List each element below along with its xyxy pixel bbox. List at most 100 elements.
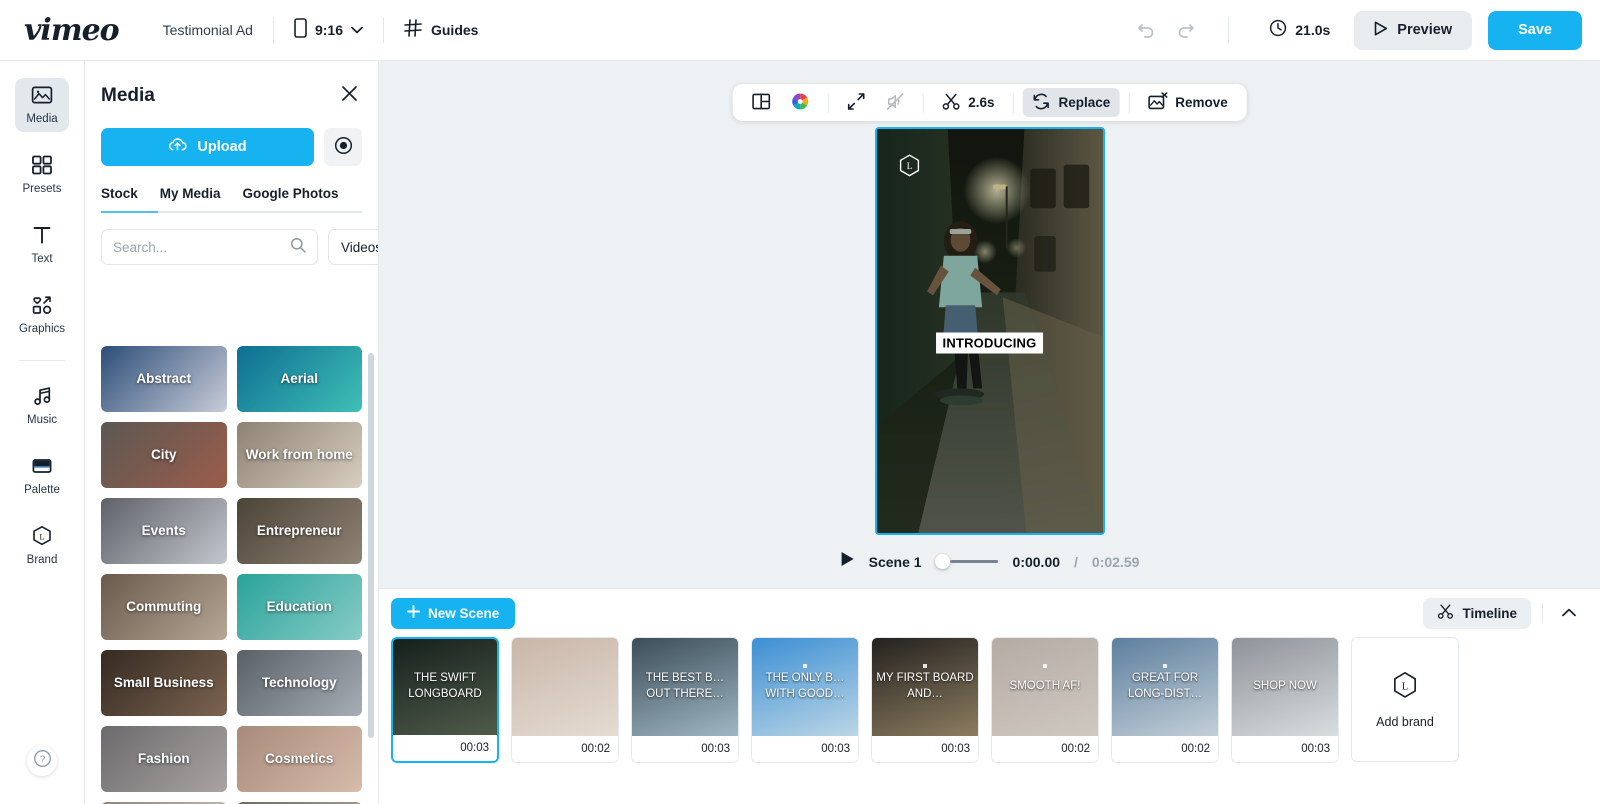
- timeline-scene[interactable]: MY FIRST BOARD AND… 00:03: [871, 637, 979, 763]
- svg-text:L: L: [39, 532, 44, 542]
- svg-text:?: ?: [39, 754, 45, 765]
- record-circle-icon: [334, 136, 353, 158]
- rail-item-presets[interactable]: Presets: [15, 148, 69, 202]
- rail-item-media[interactable]: Media: [15, 78, 69, 132]
- search-icon[interactable]: [290, 237, 306, 258]
- collapse-timeline-button[interactable]: [1554, 598, 1584, 628]
- timeline-scene[interactable]: THE SWIFT LONGBOARD 00:03: [391, 637, 499, 763]
- rail-item-brand[interactable]: L Brand: [15, 519, 69, 573]
- total-time: 0:02.59: [1091, 553, 1140, 570]
- stock-category-card[interactable]: Technology: [236, 650, 362, 716]
- stock-category-card[interactable]: Commuting: [101, 574, 227, 640]
- scissors-icon: [1437, 603, 1454, 623]
- plus-icon: [407, 605, 420, 621]
- stock-category-card[interactable]: Small Business: [101, 650, 227, 716]
- trim-button[interactable]: 2.6s: [932, 88, 1003, 117]
- tab-google-photos[interactable]: Google Photos: [232, 186, 350, 213]
- tab-stock[interactable]: Stock: [101, 186, 149, 213]
- remove-label: Remove: [1175, 95, 1228, 110]
- stage-brand-logo[interactable]: L: [892, 147, 928, 183]
- scene-caption: SHOP NOW: [1253, 680, 1317, 693]
- layout-button[interactable]: [742, 88, 779, 117]
- shapes-icon: [31, 294, 53, 321]
- audio-mute-button[interactable]: [876, 88, 913, 117]
- timeline-scene[interactable]: GREAT FOR LONG-DIST… 00:02: [1111, 637, 1219, 763]
- save-button[interactable]: Save: [1488, 10, 1582, 50]
- rail-label: Palette: [24, 484, 60, 497]
- squares-icon: [31, 154, 53, 181]
- timeline-scene[interactable]: SMOOTH AF! 00:02: [991, 637, 1099, 763]
- replace-sync-icon: [1031, 92, 1050, 114]
- scene-thumbnail: THE BEST B… OUT THERE…: [632, 638, 738, 736]
- scrubber-track[interactable]: [950, 560, 999, 563]
- stock-category-card[interactable]: Work from home: [236, 422, 362, 488]
- timeline-scene[interactable]: THE ONLY B… WITH GOOD… 00:03: [751, 637, 859, 763]
- scene-duration: 00:03: [821, 743, 850, 755]
- stock-category-label: Entrepreneur: [256, 522, 342, 538]
- scene-footer: 00:03: [632, 736, 738, 762]
- help-button[interactable]: ?: [27, 746, 57, 776]
- upload-button[interactable]: Upload: [101, 128, 314, 166]
- preview-button[interactable]: Preview: [1354, 10, 1473, 50]
- scene-footer: 00:03: [393, 735, 497, 761]
- record-button[interactable]: [324, 128, 362, 166]
- stock-category-card[interactable]: Aerial: [236, 346, 362, 412]
- remove-button[interactable]: Remove: [1138, 88, 1237, 117]
- stock-category-label: Cosmetics: [265, 750, 334, 766]
- guides-grid-icon: [404, 18, 422, 42]
- timeline-scene[interactable]: 00:02: [511, 637, 619, 763]
- timeline-toggle-button[interactable]: Timeline: [1423, 597, 1531, 629]
- remove-image-icon: [1147, 91, 1168, 114]
- scene-marker-dot: [923, 664, 927, 668]
- stock-category-label: Education: [266, 598, 332, 614]
- scene-thumbnail: SMOOTH AF!: [992, 638, 1098, 736]
- preview-label: Preview: [1397, 22, 1453, 38]
- play-button[interactable]: [840, 551, 855, 572]
- scrubber[interactable]: [935, 554, 999, 569]
- replace-button[interactable]: Replace: [1022, 88, 1120, 117]
- top-bar: vimeo Testimonial Ad 9:16 Guides 21.0s P…: [0, 0, 1600, 61]
- stock-category-label: Abstract: [136, 370, 192, 386]
- scene-duration: 00:03: [460, 742, 489, 754]
- scene-strip: THE SWIFT LONGBOARD 00:03 00:02 THE BEST B……: [379, 637, 1600, 763]
- stock-category-card[interactable]: City: [101, 422, 227, 488]
- stock-category-card[interactable]: Abstract: [101, 346, 227, 412]
- image-icon: [31, 84, 53, 111]
- scene-footer: 00:02: [992, 736, 1098, 762]
- rail-item-graphics[interactable]: Graphics: [15, 288, 69, 342]
- stock-category-card[interactable]: Events: [101, 498, 227, 564]
- timeline-scene[interactable]: THE BEST B… OUT THERE… 00:03: [631, 637, 739, 763]
- new-scene-button[interactable]: New Scene: [391, 597, 516, 629]
- stock-category-card[interactable]: Education: [236, 574, 362, 640]
- rail-item-text[interactable]: Text: [15, 218, 69, 272]
- media-type-filter[interactable]: Videos: [328, 229, 378, 265]
- color-wheel-icon: [790, 92, 809, 114]
- media-panel-scrollbar[interactable]: [368, 353, 374, 738]
- stock-category-card[interactable]: Cosmetics: [236, 726, 362, 792]
- close-panel-button[interactable]: [336, 83, 362, 109]
- tab-my-media[interactable]: My Media: [149, 186, 232, 213]
- color-button[interactable]: [781, 88, 818, 117]
- cloud-upload-icon: [168, 137, 188, 157]
- aspect-ratio-selector[interactable]: 9:16: [294, 17, 363, 43]
- project-title[interactable]: Testimonial Ad: [163, 22, 253, 38]
- undo-button[interactable]: [1128, 12, 1164, 48]
- stock-category-card[interactable]: Entrepreneur: [236, 498, 362, 564]
- redo-button[interactable]: [1168, 12, 1204, 48]
- rail-item-palette[interactable]: Palette: [15, 449, 69, 503]
- stock-category-label: Events: [141, 522, 186, 538]
- video-preview-stage[interactable]: L INTRODUCING: [874, 127, 1105, 535]
- guides-toggle[interactable]: Guides: [404, 18, 478, 42]
- stock-category-label: Aerial: [280, 370, 319, 386]
- search-input-wrapper[interactable]: [101, 229, 318, 265]
- stock-category-card[interactable]: Fashion: [101, 726, 227, 792]
- expand-button[interactable]: [837, 88, 874, 117]
- search-input[interactable]: [113, 239, 290, 255]
- stage-caption-text[interactable]: INTRODUCING: [935, 332, 1044, 354]
- vimeo-logo[interactable]: vimeo: [24, 13, 120, 48]
- add-brand-tile[interactable]: L Add brand: [1351, 637, 1459, 762]
- timeline-scene[interactable]: SHOP NOW 00:03: [1231, 637, 1339, 763]
- stock-category-scroll[interactable]: Abstract Aerial City Work from home Events En…: [85, 346, 378, 804]
- scrubber-handle[interactable]: [935, 554, 951, 569]
- rail-item-music[interactable]: Music: [15, 379, 69, 433]
